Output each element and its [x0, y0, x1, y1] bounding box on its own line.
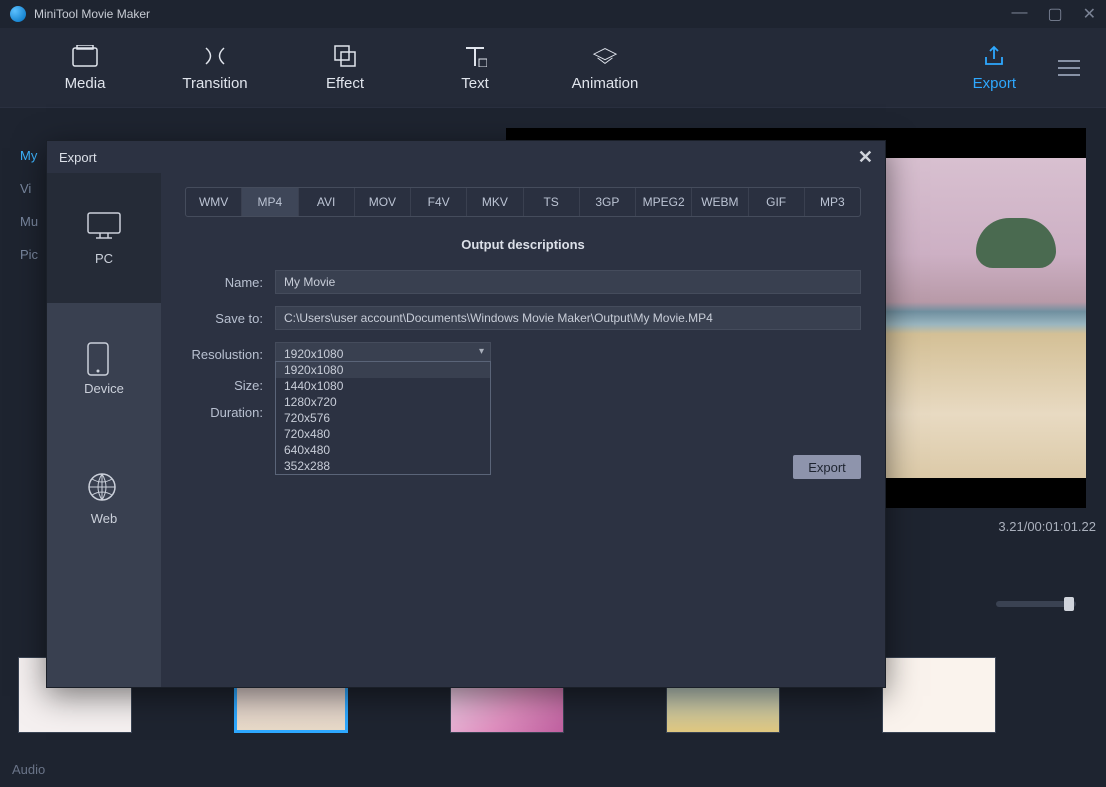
text-icon [462, 43, 488, 69]
effect-icon [332, 43, 358, 69]
format-mkv[interactable]: MKV [467, 188, 523, 216]
main-toolbar: Media Transition Effect Text Animation E… [0, 28, 1106, 108]
resolution-option[interactable]: 1280x720 [276, 394, 490, 410]
export-button[interactable]: Export [793, 455, 861, 479]
globe-icon [86, 471, 122, 501]
effect-tab[interactable]: Effect [280, 43, 410, 92]
text-label: Text [461, 75, 489, 92]
monitor-icon [86, 211, 122, 241]
animation-tab[interactable]: Animation [540, 43, 670, 92]
resolution-option[interactable]: 1440x1080 [276, 378, 490, 394]
name-input[interactable]: My Movie [275, 270, 861, 294]
sidebar-pic[interactable]: Pic [20, 247, 38, 262]
resolution-option[interactable]: 720x576 [276, 410, 490, 426]
app-title: MiniTool Movie Maker [34, 7, 150, 21]
category-sidebar: My Vi Mu Pic [20, 148, 38, 280]
format-mp4[interactable]: MP4 [242, 188, 298, 216]
timeline-clip[interactable] [882, 657, 996, 733]
format-avi[interactable]: AVI [299, 188, 355, 216]
saveto-input[interactable]: C:\Users\user account\Documents\Windows … [275, 306, 861, 330]
export-target-pc-label: PC [95, 251, 113, 266]
close-icon[interactable]: ✕ [1083, 4, 1096, 24]
dialog-close-icon[interactable]: ✕ [858, 147, 873, 168]
duration-label: Duration: [185, 405, 275, 420]
saveto-label: Save to: [185, 311, 275, 326]
transition-label: Transition [182, 75, 247, 92]
export-settings: WMV MP4 AVI MOV F4V MKV TS 3GP MPEG2 WEB… [161, 173, 885, 687]
zoom-slider[interactable] [996, 601, 1076, 607]
text-tab[interactable]: Text [410, 43, 540, 92]
format-mov[interactable]: MOV [355, 188, 411, 216]
export-target-device[interactable]: Device [47, 303, 161, 433]
resolution-option[interactable]: 640x480 [276, 442, 490, 458]
media-icon [72, 43, 98, 69]
sidebar-vi[interactable]: Vi [20, 181, 38, 196]
format-tabs: WMV MP4 AVI MOV F4V MKV TS 3GP MPEG2 WEB… [185, 187, 861, 217]
export-icon [981, 43, 1007, 69]
resolution-label: Resolustion: [185, 347, 275, 362]
effect-label: Effect [326, 75, 364, 92]
export-tab[interactable]: Export [943, 43, 1046, 92]
minimize-icon[interactable]: — [1011, 4, 1027, 24]
animation-label: Animation [572, 75, 639, 92]
resolution-dropdown: 1920x1080 1440x1080 1280x720 720x576 720… [275, 361, 491, 475]
format-mpeg2[interactable]: MPEG2 [636, 188, 692, 216]
resolution-option[interactable]: 352x288 [276, 458, 490, 474]
resolution-option[interactable]: 1920x1080 [276, 362, 490, 378]
time-display: 3.21/00:01:01.22 [998, 519, 1096, 534]
device-icon [86, 341, 122, 371]
resolution-option[interactable]: 720x480 [276, 426, 490, 442]
sidebar-my[interactable]: My [20, 148, 38, 163]
export-target-pc[interactable]: PC [47, 173, 161, 303]
format-mp3[interactable]: MP3 [805, 188, 860, 216]
export-target-nav: PC Device Web [47, 173, 161, 687]
media-tab[interactable]: Media [20, 43, 150, 92]
format-ts[interactable]: TS [524, 188, 580, 216]
format-wmv[interactable]: WMV [186, 188, 242, 216]
menu-icon[interactable] [1056, 58, 1086, 78]
media-label: Media [65, 75, 106, 92]
size-label: Size: [185, 378, 275, 393]
name-label: Name: [185, 275, 275, 290]
export-target-web-label: Web [91, 511, 118, 526]
dialog-title: Export [59, 150, 97, 165]
export-dialog: Export ✕ PC Device Web [46, 140, 886, 688]
format-f4v[interactable]: F4V [411, 188, 467, 216]
audio-track-label: Audio [12, 762, 45, 777]
animation-icon [592, 43, 618, 69]
export-label: Export [973, 75, 1016, 92]
transition-tab[interactable]: Transition [150, 43, 280, 92]
maximize-icon[interactable]: ▢ [1047, 4, 1062, 24]
export-target-device-label: Device [84, 381, 124, 396]
format-3gp[interactable]: 3GP [580, 188, 636, 216]
titlebar: MiniTool Movie Maker — ▢ ✕ [0, 0, 1106, 28]
format-gif[interactable]: GIF [749, 188, 805, 216]
app-logo-icon [10, 6, 26, 22]
section-title: Output descriptions [185, 237, 861, 252]
format-webm[interactable]: WEBM [692, 188, 748, 216]
export-target-web[interactable]: Web [47, 433, 161, 563]
transition-icon [202, 43, 228, 69]
sidebar-mu[interactable]: Mu [20, 214, 38, 229]
